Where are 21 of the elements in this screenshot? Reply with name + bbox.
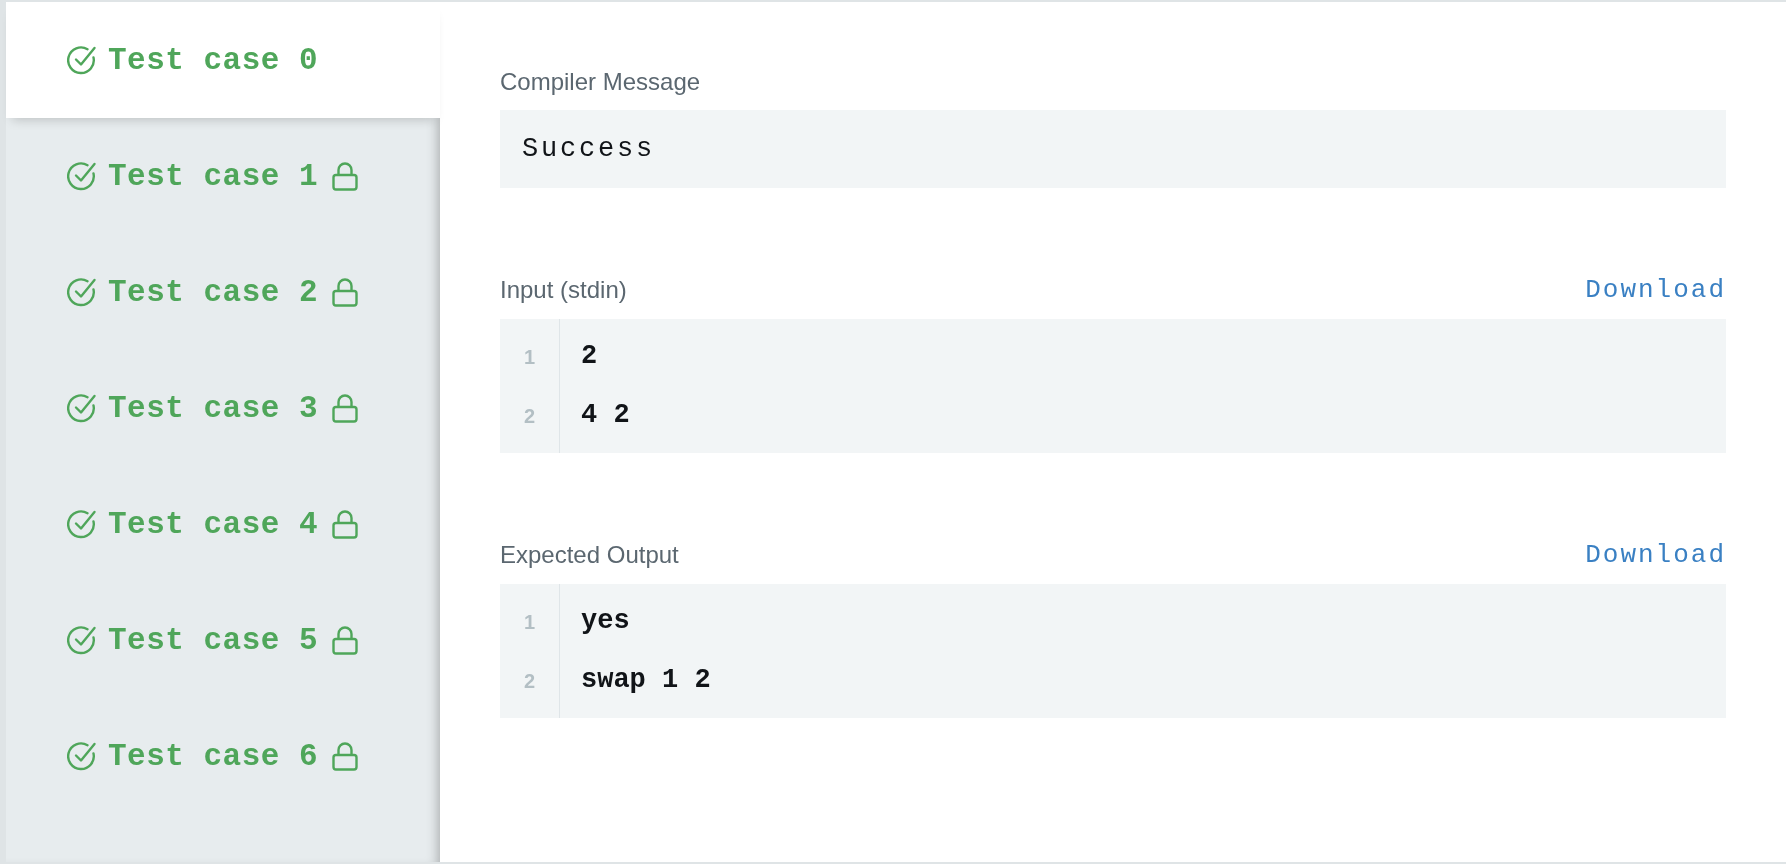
line-number: 1	[523, 344, 536, 370]
section-label: Input (stdin)	[500, 275, 627, 305]
line-number: 1	[523, 609, 536, 635]
download-link[interactable]: Download	[1585, 274, 1726, 306]
section-label: Expected Output	[500, 540, 679, 570]
test-case-tab[interactable]: Test case 1	[6, 118, 440, 234]
test-case-tab[interactable]: Test case 4	[6, 466, 440, 582]
test-case-tab[interactable]: Test case 2	[6, 234, 440, 350]
test-case-tab[interactable]: Test case 3	[6, 350, 440, 466]
line-number: 2	[523, 668, 536, 694]
code-line: yes	[581, 605, 630, 639]
test-case-tab[interactable]: Test case 0	[6, 2, 440, 118]
code-line: 4 2	[581, 399, 630, 433]
section-label: Compiler Message	[500, 67, 701, 97]
message-text: Success	[522, 132, 656, 166]
test-case-tab[interactable]: Test case 6	[6, 698, 440, 814]
line-number: 2	[523, 403, 536, 429]
test-case-tab[interactable]: Test case 5	[6, 582, 440, 698]
code-line: 2	[581, 340, 598, 374]
code-line: swap 1 2	[581, 664, 711, 698]
download-link[interactable]: Download	[1585, 539, 1726, 571]
